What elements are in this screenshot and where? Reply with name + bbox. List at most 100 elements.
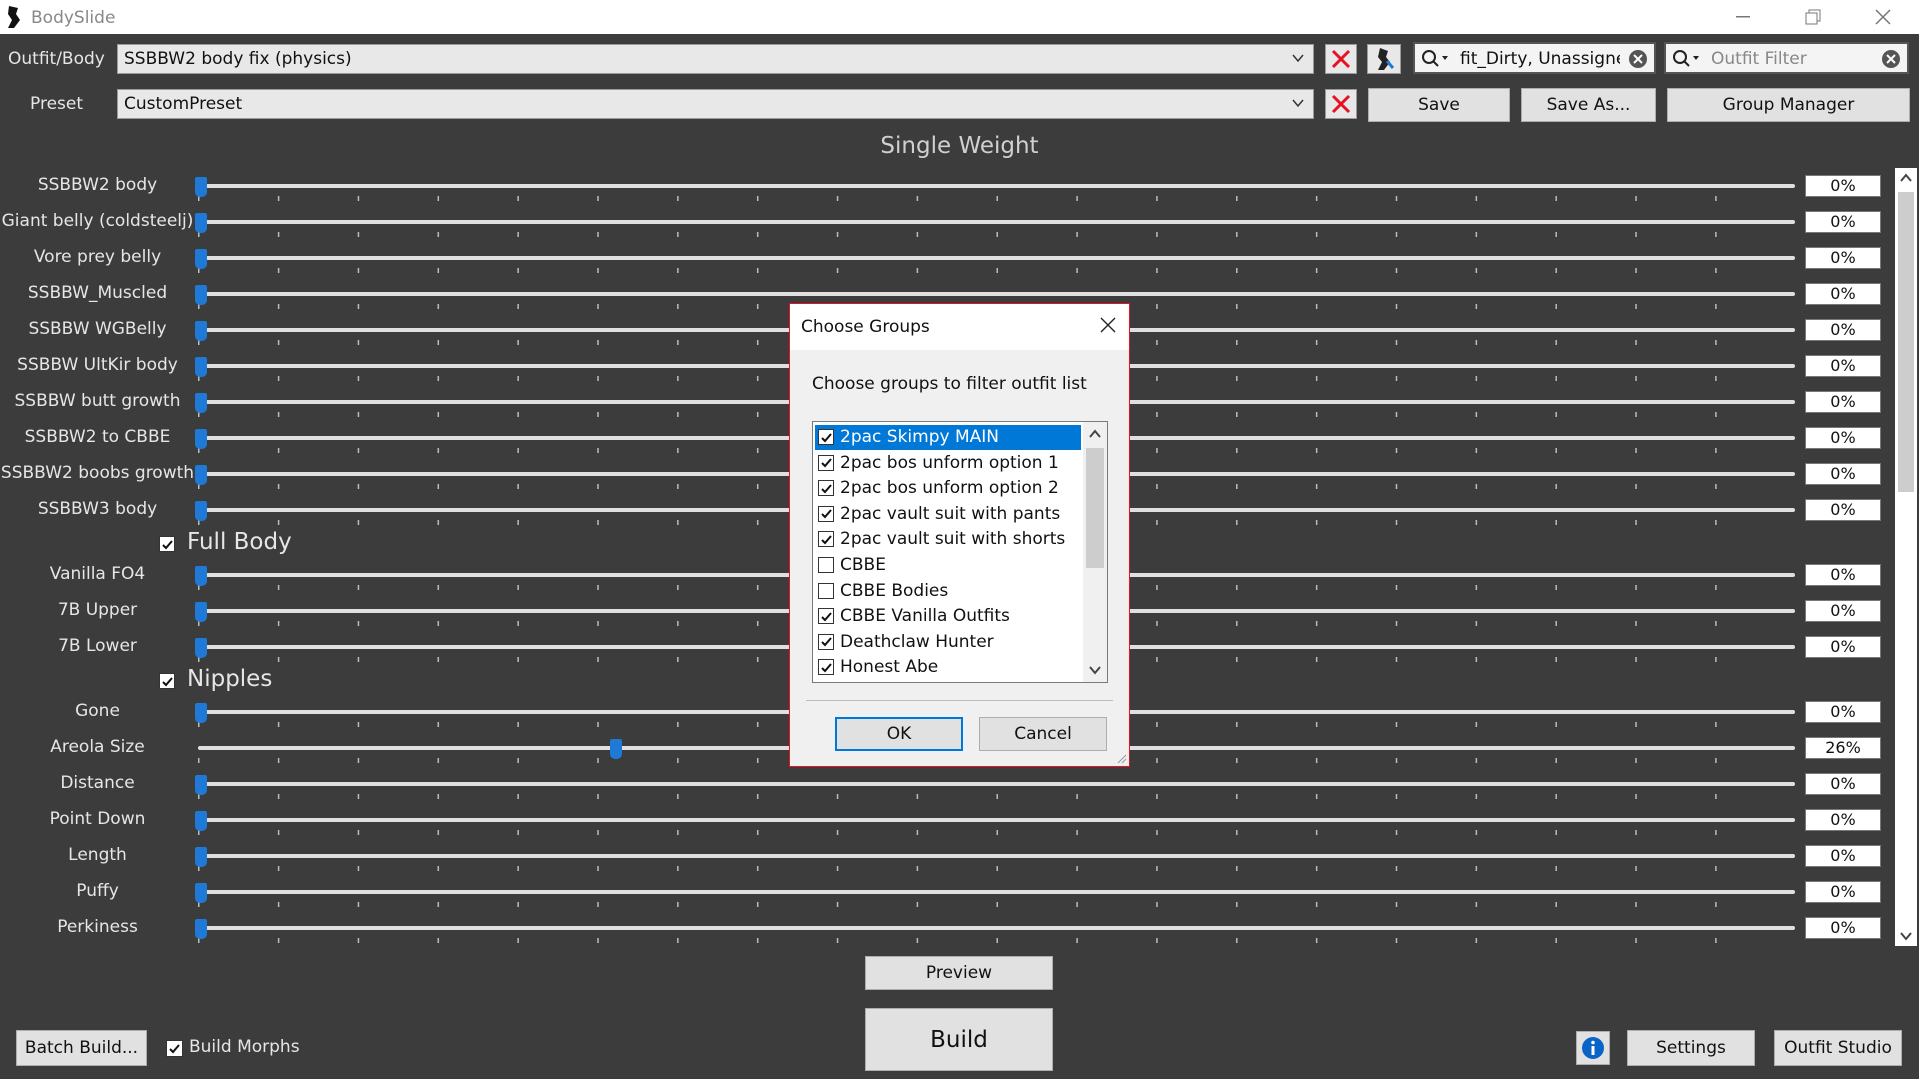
scrollbar-thumb[interactable] — [1898, 192, 1914, 492]
group-list-item[interactable]: CBBE Vanilla Outfits — [815, 604, 1081, 629]
resize-grip-icon[interactable] — [1115, 752, 1127, 764]
slider-value-input[interactable]: 0% — [1805, 564, 1881, 586]
slider-thumb[interactable] — [195, 883, 207, 903]
group-checkbox[interactable] — [818, 505, 834, 522]
batch-build-button[interactable]: Batch Build... — [16, 1030, 147, 1066]
checklist-scrollbar[interactable] — [1083, 422, 1107, 682]
slider-value-input[interactable]: 0% — [1805, 463, 1881, 485]
close-icon[interactable] — [1099, 316, 1117, 334]
preview-button[interactable]: Preview — [865, 956, 1053, 990]
restore-button[interactable] — [1790, 0, 1836, 34]
outfit-filter-input[interactable]: Outfit Filter — [1664, 42, 1909, 74]
group-filter-input[interactable]: fit_Dirty, Unassigned — [1413, 42, 1656, 74]
slider-thumb[interactable] — [195, 321, 207, 341]
delete-outfit-button[interactable] — [1325, 44, 1357, 74]
slider-track[interactable] — [198, 890, 1795, 894]
slider-value-input[interactable]: 0% — [1805, 809, 1881, 831]
slider-value-input[interactable]: 0% — [1805, 701, 1881, 723]
slider-value-input[interactable]: 0% — [1805, 247, 1881, 269]
group-checkbox[interactable] — [818, 633, 834, 650]
slider-track[interactable] — [198, 220, 1795, 224]
group-list-item[interactable]: Honest Abe — [815, 655, 1081, 680]
slider-value-input[interactable]: 0% — [1805, 773, 1881, 795]
group-list-item[interactable]: 2pac bos unform option 2 — [815, 476, 1081, 501]
slider-value-input[interactable]: 0% — [1805, 845, 1881, 867]
slider-thumb[interactable] — [195, 566, 207, 586]
zap-sliders-button[interactable] — [1367, 44, 1401, 74]
slider-thumb[interactable] — [195, 703, 207, 723]
slider-thumb[interactable] — [195, 285, 207, 305]
slider-thumb[interactable] — [195, 501, 207, 521]
slider-track[interactable] — [198, 292, 1795, 296]
settings-button[interactable]: Settings — [1627, 1030, 1755, 1066]
group-list-item[interactable]: 2pac vault suit with shorts — [815, 527, 1081, 552]
slider-track[interactable] — [198, 184, 1795, 188]
preset-dropdown[interactable]: CustomPreset — [117, 89, 1314, 119]
group-checkbox[interactable] — [818, 480, 834, 497]
slider-track[interactable] — [198, 818, 1795, 822]
slider-thumb[interactable] — [195, 465, 207, 485]
slider-track[interactable] — [198, 854, 1795, 858]
slider-track[interactable] — [198, 926, 1795, 930]
group-checkbox[interactable] — [818, 582, 834, 599]
slider-value-input[interactable]: 0% — [1805, 427, 1881, 449]
slider-track[interactable] — [198, 256, 1795, 260]
slider-value-input[interactable]: 0% — [1805, 499, 1881, 521]
ok-button[interactable]: OK — [835, 717, 963, 751]
save-button[interactable]: Save — [1368, 88, 1510, 122]
close-window-button[interactable] — [1860, 0, 1906, 34]
info-button[interactable] — [1576, 1031, 1610, 1065]
group-checkbox[interactable] — [818, 531, 834, 548]
outfit-studio-button[interactable]: Outfit Studio — [1774, 1030, 1902, 1066]
slider-value-input[interactable]: 0% — [1805, 600, 1881, 622]
group-list-item[interactable]: 2pac Skimpy MAIN — [815, 425, 1081, 450]
group-manager-button[interactable]: Group Manager — [1667, 88, 1910, 122]
group-list-item[interactable]: 2pac vault suit with pants — [815, 502, 1081, 527]
scroll-up-icon[interactable] — [1899, 172, 1913, 184]
build-button[interactable]: Build — [865, 1008, 1053, 1071]
slider-thumb[interactable] — [195, 249, 207, 269]
slider-thumb[interactable] — [195, 429, 207, 449]
save-as-button[interactable]: Save As... — [1521, 88, 1656, 122]
slider-thumb[interactable] — [610, 739, 623, 759]
slider-value-input[interactable]: 26% — [1805, 737, 1881, 759]
slider-thumb[interactable] — [195, 847, 207, 867]
slider-thumb[interactable] — [195, 393, 207, 413]
scroll-down-icon[interactable] — [1899, 930, 1913, 942]
slider-thumb[interactable] — [195, 638, 207, 658]
slider-thumb[interactable] — [195, 775, 207, 795]
slider-value-input[interactable]: 0% — [1805, 881, 1881, 903]
group-list-item[interactable]: CBBE Bodies — [815, 579, 1081, 604]
cancel-button[interactable]: Cancel — [979, 717, 1107, 751]
slider-value-input[interactable]: 0% — [1805, 636, 1881, 658]
clear-icon[interactable] — [1628, 49, 1648, 69]
group-checkbox[interactable] — [818, 557, 834, 573]
slider-value-input[interactable]: 0% — [1805, 917, 1881, 939]
slider-value-input[interactable]: 0% — [1805, 283, 1881, 305]
slider-value-input[interactable]: 0% — [1805, 319, 1881, 341]
slider-value-input[interactable]: 0% — [1805, 175, 1881, 197]
slider-thumb[interactable] — [195, 602, 207, 622]
group-checkbox[interactable] — [818, 454, 834, 471]
slider-thumb[interactable] — [195, 177, 207, 197]
group-checkbox[interactable] — [818, 429, 834, 445]
slider-scrollbar[interactable] — [1895, 168, 1917, 946]
group-list-item[interactable]: 2pac bos unform option 1 — [815, 451, 1081, 476]
clear-icon[interactable] — [1881, 49, 1901, 69]
slider-track[interactable] — [198, 782, 1795, 786]
groups-checklist[interactable]: 2pac Skimpy MAIN 2pac bos unform option 1… — [812, 421, 1108, 683]
slider-thumb[interactable] — [195, 811, 207, 831]
outfit-body-dropdown[interactable]: SSBBW2 body fix (physics) — [117, 44, 1314, 74]
slider-thumb[interactable] — [195, 357, 207, 377]
slider-value-input[interactable]: 0% — [1805, 211, 1881, 233]
scroll-up-icon[interactable] — [1088, 428, 1102, 440]
group-list-item[interactable]: CBBE — [815, 553, 1081, 578]
build-morphs-checkbox[interactable] — [166, 1040, 183, 1057]
slider-value-input[interactable]: 0% — [1805, 391, 1881, 413]
minimize-button[interactable] — [1720, 0, 1766, 34]
slider-thumb[interactable] — [195, 919, 207, 939]
checklist-scrollbar-thumb[interactable] — [1086, 448, 1104, 568]
group-list-item[interactable]: Deathclaw Hunter — [815, 630, 1081, 655]
delete-preset-button[interactable] — [1325, 89, 1357, 119]
group-checkbox[interactable] — [818, 608, 834, 625]
